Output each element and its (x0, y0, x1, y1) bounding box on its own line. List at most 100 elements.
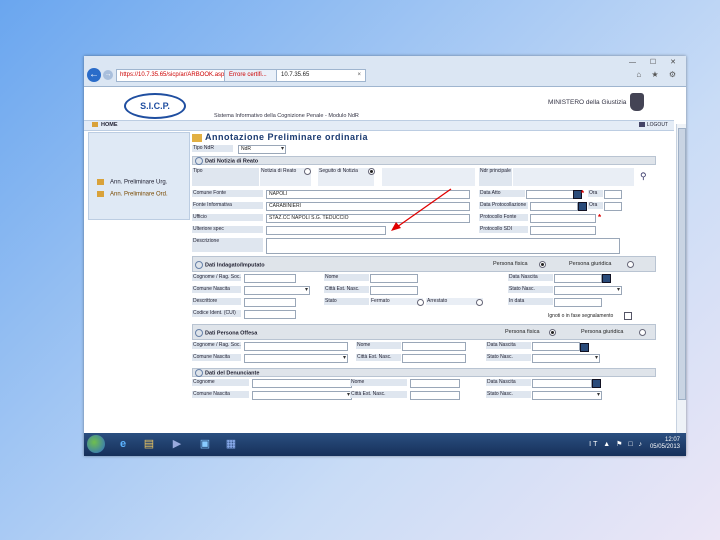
in-data-input[interactable] (554, 298, 602, 307)
notizia-reato-radio[interactable] (304, 168, 311, 175)
comune-fonte-label: Comune Fonte (192, 190, 263, 197)
section-title-denunciante: Dati del Denunciante (195, 369, 259, 377)
data-atto-input[interactable] (526, 190, 574, 199)
browser-tab-active[interactable]: 10.7.35.65 × (276, 69, 366, 82)
offeso-stato-nasc-label: Stato Nasc. (486, 354, 531, 361)
offeso-persona-fisica-radio[interactable] (549, 329, 556, 336)
descrittore-input[interactable] (244, 298, 296, 307)
den-stato-nasc-label: Stato Nasc. (486, 391, 531, 398)
sicp-logo: S.I.C.P. (124, 93, 186, 119)
section-title-offeso: Dati Persona Offesa (195, 329, 257, 337)
offeso-comune-nascita-select[interactable] (244, 354, 348, 363)
cert-error-tab[interactable]: Errore certifi... (224, 69, 282, 82)
start-button[interactable] (87, 435, 105, 453)
minus-icon[interactable] (195, 261, 203, 269)
citta-est-label: Città Est. Nasc. (324, 286, 369, 293)
section-title-text: Dati Indagato/Imputato (205, 262, 265, 269)
calendar-icon[interactable] (580, 343, 589, 352)
browser-toolbar-icons[interactable]: ⌂ ★ ⚙ (636, 70, 680, 79)
comune-nascita-select[interactable] (244, 286, 310, 295)
offeso-citta-est-input[interactable] (402, 354, 466, 363)
scrollbar-thumb[interactable] (678, 128, 686, 400)
required-star: * (598, 213, 602, 222)
ora-input-2[interactable] (604, 202, 622, 211)
section-bar-denunciante: Dati del Denunciante (192, 368, 656, 377)
page-scrollbar[interactable] (676, 124, 686, 434)
offeso-nome-input[interactable] (402, 342, 466, 351)
data-protocollazione-input[interactable] (530, 202, 578, 211)
persona-fisica-radio[interactable] (539, 261, 546, 268)
seguito-notizia-radio[interactable] (368, 168, 375, 175)
window-buttons[interactable]: — ☐ ✕ (629, 58, 682, 66)
arrestato-radio[interactable] (476, 299, 483, 306)
home-link[interactable]: HOME (92, 121, 118, 130)
main-form: Annotazione Preliminare ordinaria Tipo N… (192, 132, 656, 422)
fermato-label: Fermato (370, 298, 423, 305)
network-app-icon[interactable]: ▣ (196, 436, 214, 452)
protocollo-fonte-input[interactable] (530, 214, 596, 223)
offeso-persona-giuridica-radio[interactable] (639, 329, 646, 336)
minus-icon[interactable] (195, 329, 203, 337)
minus-icon[interactable] (195, 369, 203, 377)
stato-nasc-select[interactable] (554, 286, 622, 295)
tab-close-icon[interactable]: × (357, 70, 361, 81)
home-icon (92, 122, 98, 128)
nome-input[interactable] (370, 274, 418, 283)
nav-bar: HOME LOGOUT (84, 120, 674, 131)
ulteriore-spec-input[interactable] (266, 226, 386, 235)
den-data-nascita-label: Data Nascita (486, 379, 531, 386)
minus-icon[interactable] (195, 157, 203, 165)
ora-input[interactable] (604, 190, 622, 199)
citta-est-input[interactable] (370, 286, 418, 295)
word-icon[interactable]: ▦ (222, 436, 240, 452)
den-data-nascita-input[interactable] (532, 379, 592, 388)
den-stato-nasc-select[interactable] (532, 391, 602, 400)
tipo-ndr-select[interactable]: NdR (238, 145, 286, 154)
tray-icons[interactable]: IT ▲ ⚑ □ ♪ (589, 440, 644, 448)
clock-date: 05/05/2013 (649, 444, 680, 450)
app-icon[interactable]: ▶ (168, 436, 186, 452)
forward-arrow-icon[interactable]: → (103, 70, 113, 80)
logout-link[interactable]: LOGOUT (638, 121, 668, 130)
den-cognome-input[interactable] (252, 379, 352, 388)
descrizione-textarea[interactable] (266, 238, 620, 254)
stato-label: Stato (324, 298, 369, 305)
windows-taskbar: e ▤ ▶ ▣ ▦ IT ▲ ⚑ □ ♪ 12:07 05/05/2013 (84, 433, 686, 456)
back-arrow-icon[interactable]: ← (87, 68, 101, 82)
ndr-principale-label: Ndr principale (479, 168, 512, 186)
tipo-ndr-label: Tipo NdR (192, 145, 233, 152)
sidebar: Ann. Preliminare Urg. Ann. Preliminare O… (88, 132, 190, 220)
data-nascita-label: Data Nascita (508, 274, 553, 281)
ie-icon[interactable]: e (114, 436, 132, 452)
codice-ident-label: Codice Ident. (CUI) (192, 310, 241, 317)
cognome-input[interactable] (244, 274, 296, 283)
search-icon[interactable]: ⚲ (640, 171, 647, 182)
offeso-stato-nasc-select[interactable] (532, 354, 600, 363)
calendar-icon[interactable] (592, 379, 601, 388)
offeso-comune-nascita-label: Comune Nascita (192, 354, 241, 361)
sidebar-item-ann-urg[interactable]: Ann. Preliminare Urg. (97, 179, 167, 186)
den-nome-input[interactable] (410, 379, 460, 388)
protocollo-sdi-input[interactable] (530, 226, 596, 235)
tipo-spacer (382, 168, 475, 186)
clock[interactable]: 12:07 05/05/2013 (650, 437, 680, 451)
annotation-arrow (391, 188, 452, 231)
data-nascita-input[interactable] (554, 274, 602, 283)
ndr-principale-area (513, 168, 634, 186)
calendar-icon[interactable] (578, 202, 587, 211)
den-citta-est-input[interactable] (410, 391, 460, 400)
persona-giuridica-radio[interactable] (627, 261, 634, 268)
calendar-icon[interactable] (602, 274, 611, 283)
offeso-persona-fisica-label: Persona fisica (505, 329, 540, 335)
codice-ident-input[interactable] (244, 310, 296, 319)
offeso-data-nascita-input[interactable] (532, 342, 580, 351)
section-title-text: Dati Persona Offesa (205, 330, 258, 337)
ignoti-checkbox[interactable] (624, 312, 632, 320)
section-title-text: Dati Notizia di Reato (205, 158, 259, 165)
sidebar-item-ann-ord[interactable]: Ann. Preliminare Ord. (97, 191, 168, 198)
den-comune-nascita-select[interactable] (252, 391, 352, 400)
fermato-radio[interactable] (417, 299, 424, 306)
explorer-icon[interactable]: ▤ (140, 436, 158, 452)
cognome-label: Cognome / Rag. Soc. (192, 274, 241, 281)
offeso-cognome-input[interactable] (244, 342, 348, 351)
